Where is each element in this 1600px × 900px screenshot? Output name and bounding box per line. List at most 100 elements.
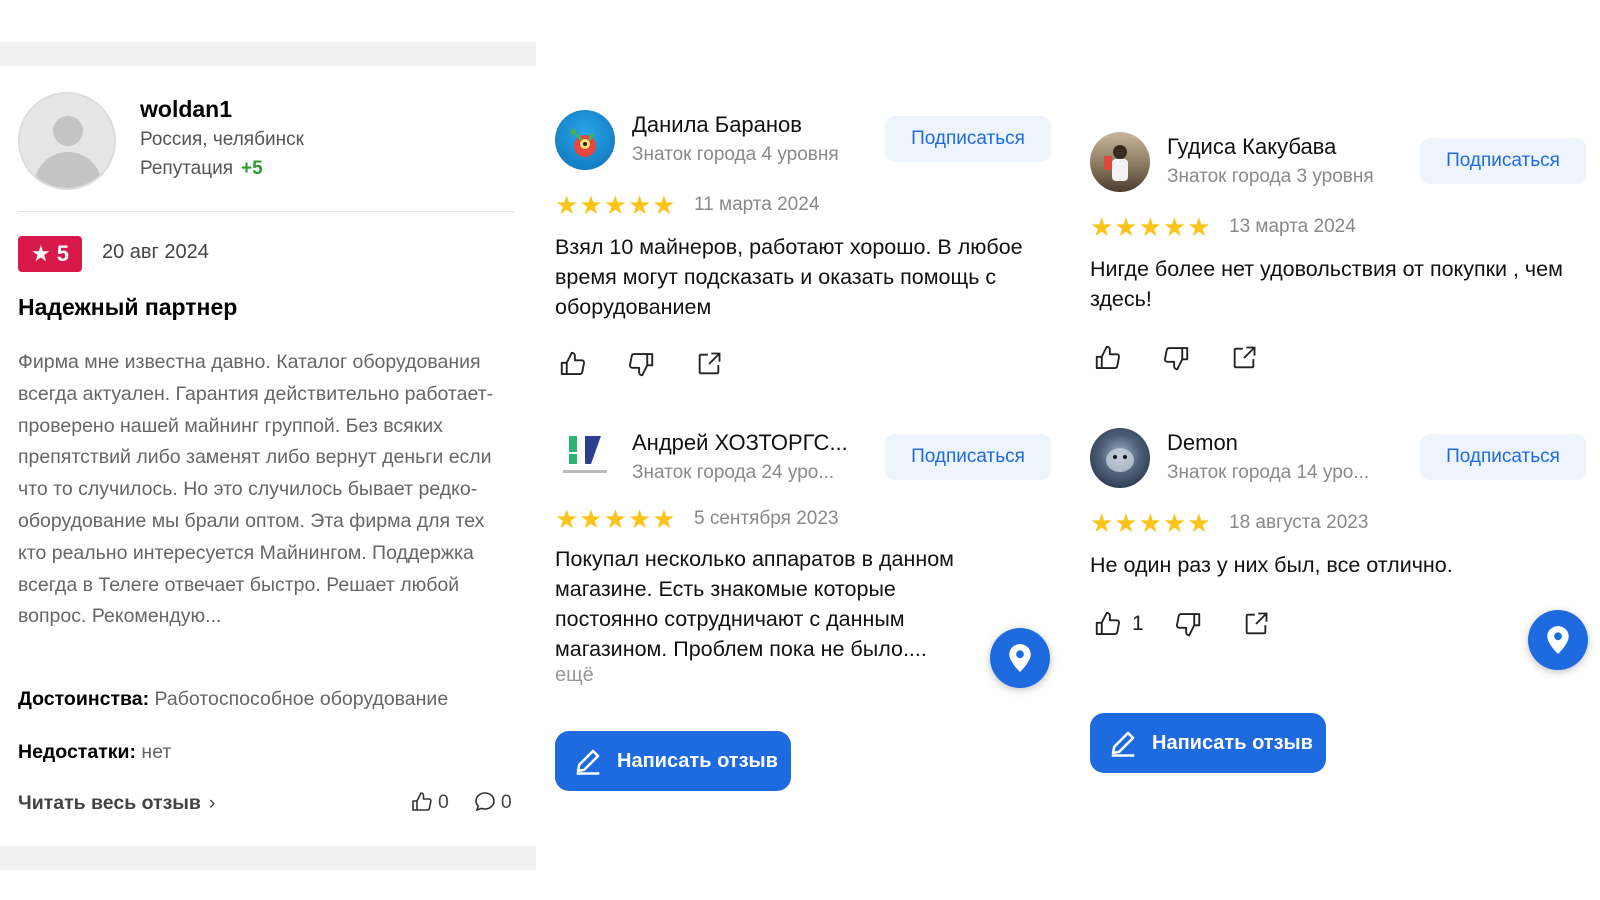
- subscribe-button[interactable]: Подписаться: [1420, 434, 1586, 480]
- comment-icon: [475, 792, 495, 812]
- pros-text: Работоспособное оборудование: [154, 688, 449, 710]
- subscribe-button[interactable]: Подписаться: [885, 434, 1051, 480]
- review-text: Фирма мне известна давно. Каталог оборуд…: [18, 351, 494, 628]
- share-button[interactable]: [1226, 340, 1262, 376]
- company-logo-icon: [563, 436, 607, 473]
- thumbs-up-icon: [1095, 345, 1120, 369]
- review-card-2: Андрей ХОЗТОРГС... Знаток города 24 уро.…: [555, 428, 1055, 708]
- avatar-head: [53, 116, 83, 146]
- subscribe-button[interactable]: Подписаться: [1420, 138, 1586, 184]
- review-card-3: Гудиса Какубава Знаток города 3 уровня П…: [1090, 132, 1590, 392]
- avatar-body: [34, 152, 102, 188]
- reviewer-avatar[interactable]: [1090, 132, 1150, 192]
- person-photo-icon: [1104, 145, 1128, 181]
- bottom-gray-bar: [0, 846, 536, 870]
- share-icon: [1245, 612, 1268, 635]
- reviewer-avatar[interactable]: [1090, 428, 1150, 488]
- share-icon: [1233, 346, 1256, 369]
- location-pin-icon: [1009, 644, 1031, 672]
- review-card-1: Данила Баранов Знаток города 4 уровня По…: [555, 110, 1055, 390]
- comment-count: 0: [500, 790, 512, 813]
- review-author-location: Россия, челябинск: [140, 129, 304, 150]
- thumbs-down-icon: [1164, 347, 1189, 371]
- dislike-button[interactable]: [1170, 606, 1206, 642]
- comment-button[interactable]: 0: [473, 790, 512, 814]
- reviewer-name[interactable]: Данила Баранов: [632, 112, 802, 138]
- thumbs-down-icon: [1175, 613, 1200, 637]
- share-button[interactable]: [691, 346, 727, 382]
- cons-label: Недостатки:: [18, 741, 136, 763]
- review-text: Взял 10 майнеров, работают хорошо. В люб…: [555, 235, 1023, 319]
- like-button[interactable]: [1090, 606, 1126, 642]
- read-all-label: Читать весь отзыв: [18, 792, 201, 814]
- character-avatar-icon: [570, 129, 596, 157]
- review-pros: Достоинства: Работоспособное оборудовани…: [18, 688, 448, 711]
- left-review-card: woldan1 Россия, челябинск Репутация +5 ★ …: [0, 68, 536, 846]
- review-actions: [555, 346, 727, 382]
- thumbs-up-icon: [560, 351, 585, 375]
- chevron-right-icon: ›: [208, 792, 216, 814]
- star-rating: ★★★★★: [1090, 212, 1212, 242]
- review-actions: [1090, 340, 1262, 376]
- reviewer-name[interactable]: Demon: [1167, 430, 1238, 456]
- review-date: 13 марта 2024: [1229, 216, 1356, 237]
- review-title: Надежный партнер: [18, 294, 238, 320]
- reputation-value: +5: [241, 158, 263, 179]
- dislike-button[interactable]: [623, 346, 659, 382]
- rating-badge: ★ 5: [18, 236, 82, 272]
- show-more-link[interactable]: ещё: [555, 664, 594, 687]
- reviewer-level: Знаток города 3 уровня: [1167, 166, 1374, 187]
- review-text: Не один раз у них был, все отлично.: [1090, 553, 1453, 577]
- reviewer-name[interactable]: Андрей ХОЗТОРГС...: [632, 430, 848, 456]
- thumbs-up-icon: [1095, 611, 1120, 635]
- reviewer-avatar[interactable]: [555, 428, 615, 488]
- map-pin-button[interactable]: [1528, 610, 1588, 670]
- like-count: 0: [438, 790, 449, 813]
- review-text: Покупал несколько аппаратов в данном маг…: [555, 547, 954, 661]
- reviewer-avatar[interactable]: [555, 110, 615, 170]
- review-actions: 1: [1090, 606, 1274, 642]
- rating-value: 5: [56, 241, 69, 266]
- map-pin-button[interactable]: [990, 628, 1050, 688]
- dislike-button[interactable]: [1158, 340, 1194, 376]
- star-rating: ★★★★★: [555, 190, 677, 220]
- review-author-name[interactable]: woldan1: [140, 96, 232, 123]
- write-review-button[interactable]: Написать отзыв: [1090, 713, 1326, 773]
- review-author-reputation: Репутация +5: [140, 158, 263, 180]
- review-date: 20 авг 2024: [102, 241, 209, 263]
- star-rating: ★★★★★: [555, 504, 677, 534]
- review-cons: Недостатки: нет: [18, 741, 171, 764]
- like-button[interactable]: [1090, 340, 1126, 376]
- review-date: 18 августа 2023: [1229, 512, 1369, 533]
- reviewer-level: Знаток города 14 уро...: [1167, 462, 1370, 483]
- review-date: 5 сентября 2023: [694, 508, 839, 529]
- top-gray-bar: [0, 42, 536, 66]
- star-icon: ★: [31, 241, 51, 266]
- pencil-icon: [576, 749, 600, 775]
- share-button[interactable]: [1238, 606, 1274, 642]
- read-full-review-link[interactable]: Читать весь отзыв ›: [18, 792, 215, 815]
- thumbs-down-icon: [629, 353, 654, 377]
- user-avatar[interactable]: [18, 92, 116, 190]
- pencil-icon: [1111, 731, 1135, 757]
- review-date: 11 марта 2024: [694, 194, 820, 215]
- subscribe-button[interactable]: Подписаться: [885, 116, 1051, 162]
- cons-text: нет: [141, 741, 172, 763]
- like-count: 1: [1132, 612, 1144, 635]
- reviewer-name[interactable]: Гудиса Какубава: [1167, 134, 1336, 160]
- animal-photo-icon: [1106, 448, 1134, 472]
- share-icon: [698, 352, 721, 375]
- write-review-label: Написать отзыв: [617, 749, 778, 772]
- like-button[interactable]: 0: [410, 790, 449, 814]
- like-button[interactable]: [555, 346, 591, 382]
- review-actions: 0 0: [410, 790, 530, 814]
- reviewer-level: Знаток города 24 уро...: [632, 462, 835, 483]
- thumbs-up-icon: [412, 792, 432, 811]
- write-review-button[interactable]: Написать отзыв: [555, 731, 791, 791]
- review-card-4: Demon Знаток города 14 уро... Подписатьс…: [1090, 428, 1590, 668]
- pros-label: Достоинства:: [18, 688, 150, 710]
- location-pin-icon: [1547, 626, 1569, 654]
- reviewer-level: Знаток города 4 уровня: [632, 144, 839, 165]
- review-text: Нигде более нет удовольствия от покупки …: [1090, 257, 1563, 311]
- star-rating: ★★★★★: [1090, 508, 1212, 538]
